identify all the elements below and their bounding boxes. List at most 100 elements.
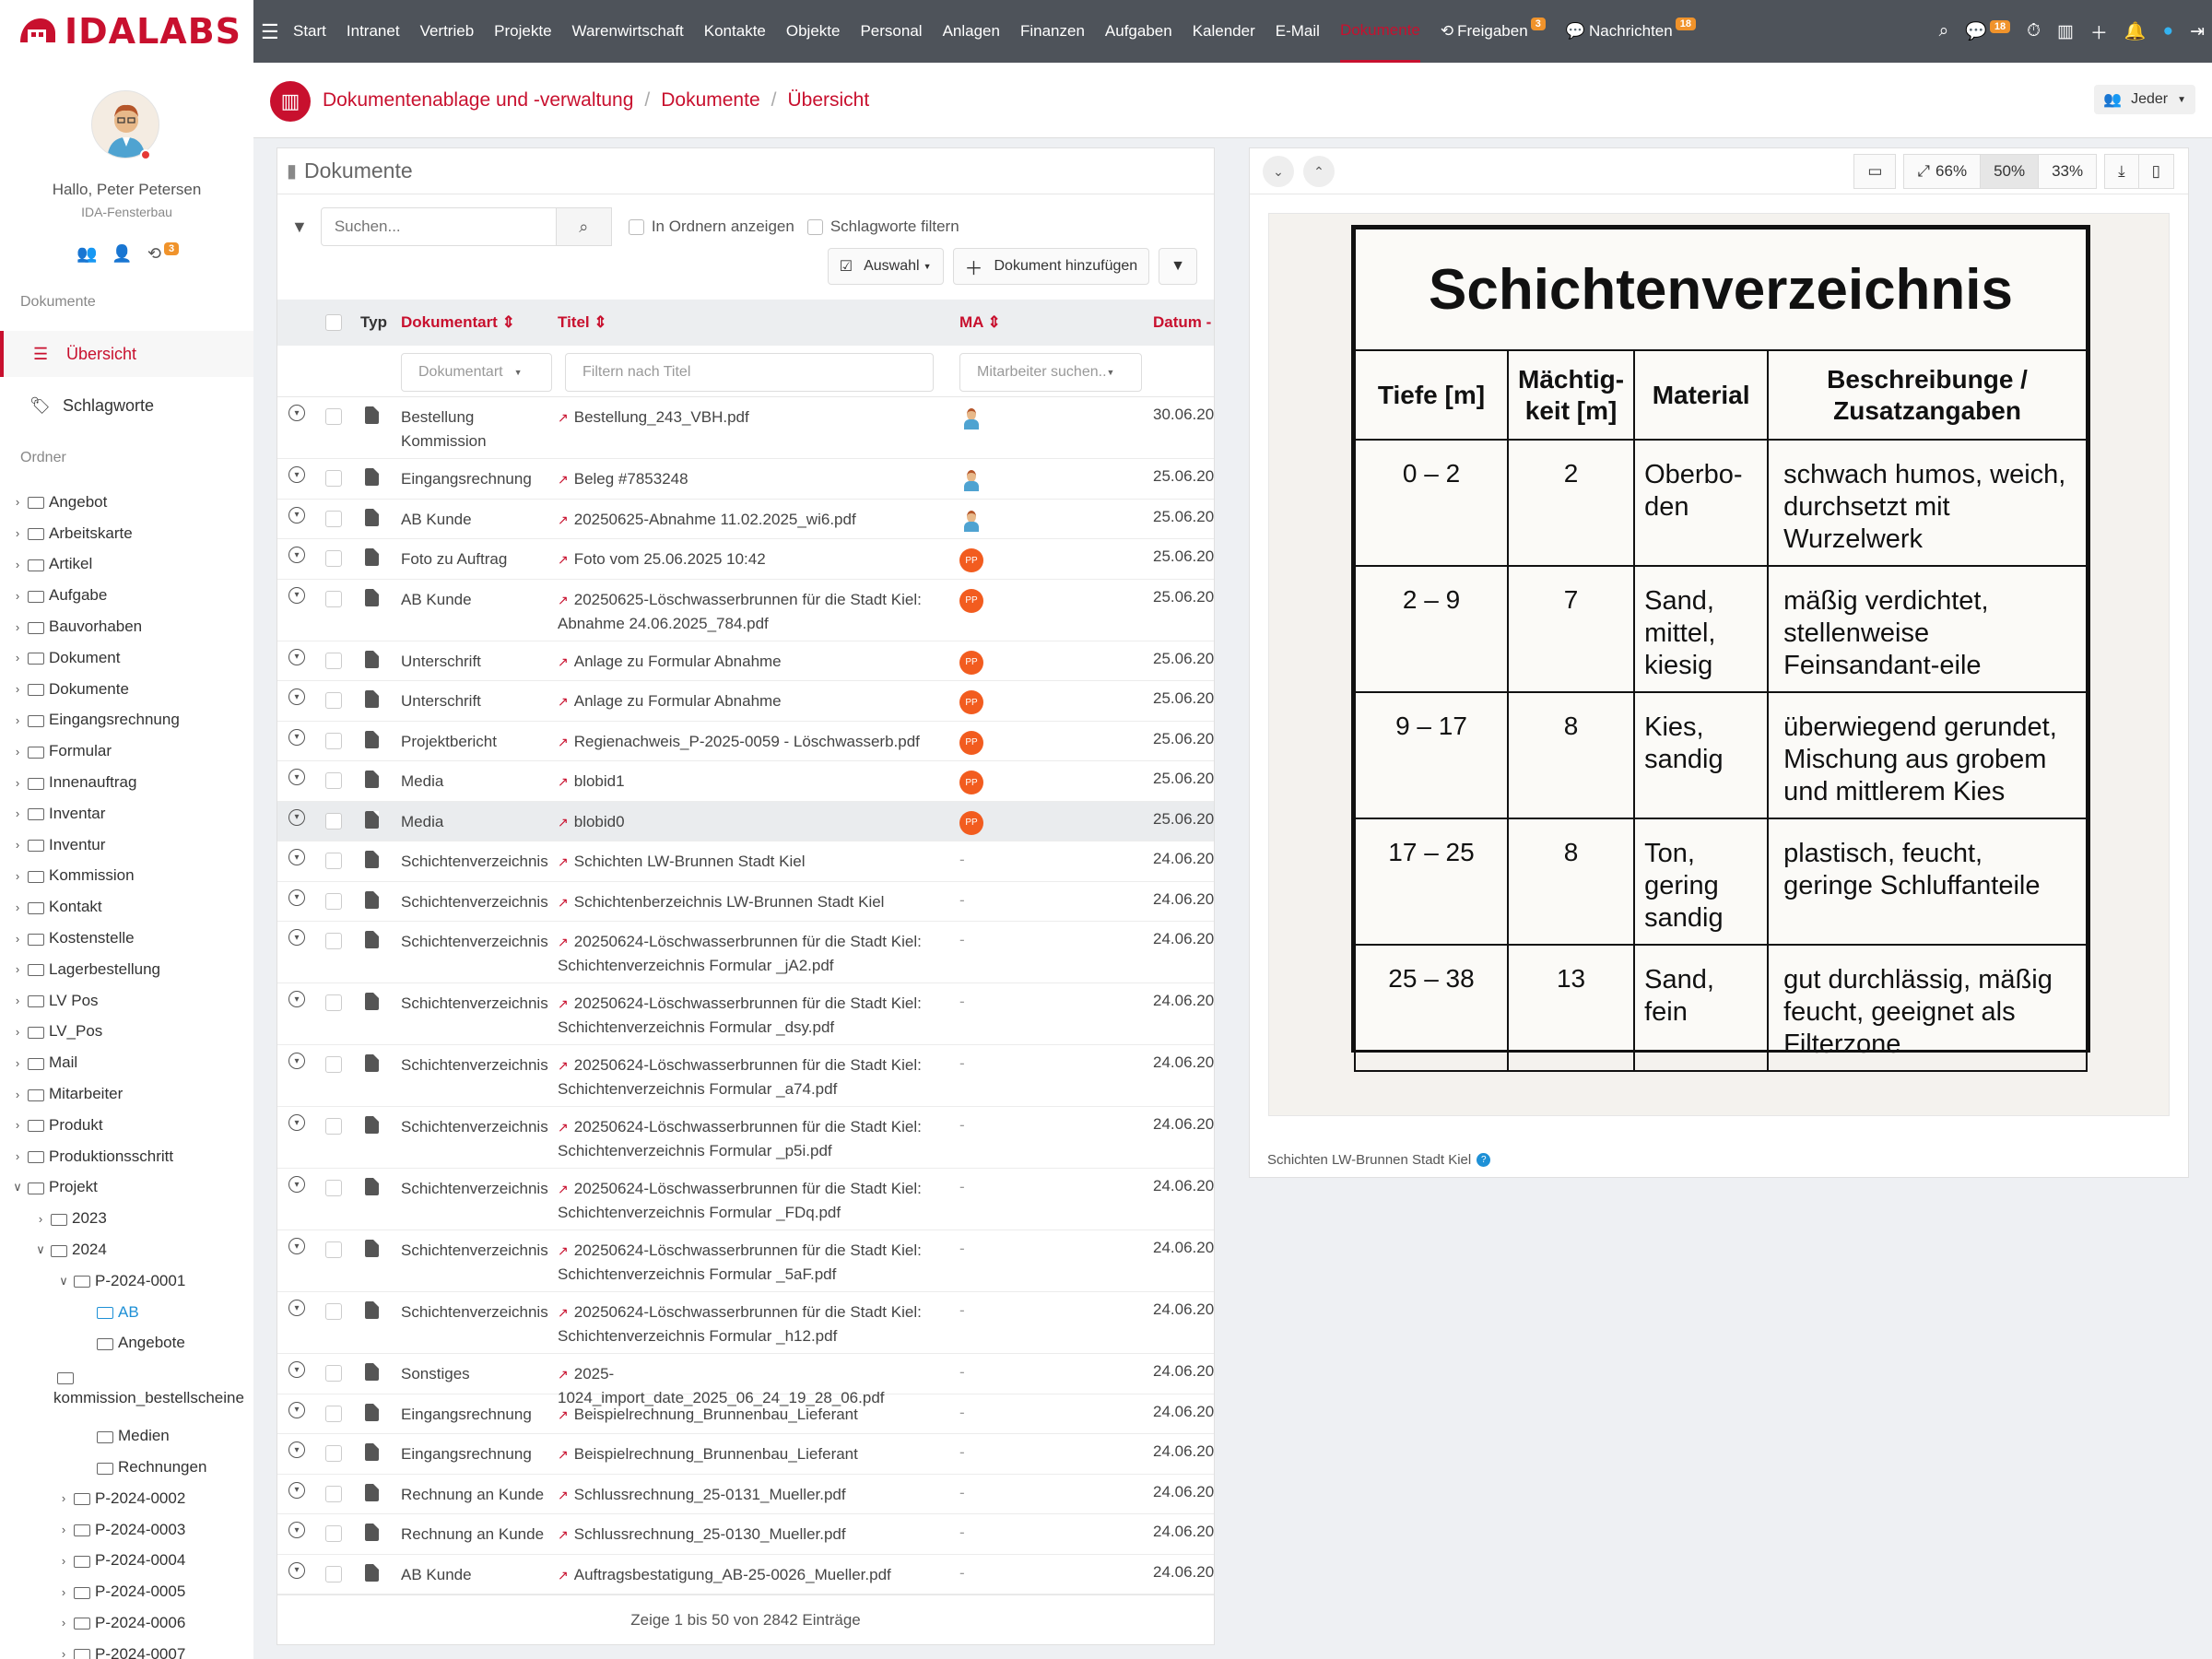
- table-row[interactable]: ▾ Rechnung an Kunde ↗ Schlussrechnung_25-01…: [277, 1475, 1214, 1514]
- row-title[interactable]: ↗ Beispielrechnung_Brunnenbau_Lieferant: [558, 1442, 935, 1466]
- folder-item[interactable]: ∨ P-2024-0001: [0, 1265, 253, 1297]
- row-checkbox[interactable]: [325, 1118, 342, 1135]
- chevron-right-icon[interactable]: ›: [9, 776, 26, 790]
- table-row[interactable]: ▾ Schichtenverzeichnis ↗ 20250624-Löschwass…: [277, 1169, 1214, 1230]
- folder-item[interactable]: › Arbeitskarte: [0, 518, 253, 549]
- folder-item[interactable]: › Bauvorhaben: [0, 611, 253, 642]
- breadcrumb-item[interactable]: Übersicht: [787, 89, 869, 112]
- folder-item[interactable]: › LV Pos: [0, 985, 253, 1017]
- open-file-button[interactable]: ▯: [2137, 154, 2174, 189]
- zoom-33-button[interactable]: 33%: [2038, 154, 2098, 189]
- folder-item[interactable]: › Eingangsrechnung: [0, 705, 253, 736]
- row-checkbox[interactable]: [325, 892, 342, 910]
- row-checkbox[interactable]: [325, 732, 342, 749]
- folder-item[interactable]: › Inventur: [0, 830, 253, 861]
- row-title[interactable]: ↗ 20250624-Löschwasserbrunnen für die Sta…: [558, 1177, 935, 1225]
- row-title[interactable]: ↗ 20250625-Abnahme 11.02.2025_wi6.pdf: [558, 508, 935, 532]
- table-row[interactable]: ▾ AB Kunde ↗ Auftragsbestatigung_AB-25-0026…: [277, 1555, 1214, 1594]
- sidebar-item-overview[interactable]: ☰ Übersicht: [0, 331, 253, 377]
- expand-row-icon[interactable]: ▾: [288, 586, 305, 604]
- row-checkbox[interactable]: [325, 1056, 342, 1073]
- menu-toggle-icon[interactable]: ☰: [261, 20, 279, 44]
- expand-row-icon[interactable]: ▾: [288, 1441, 305, 1458]
- table-row[interactable]: ▾ Rechnung an Kunde ↗ Schlussrechnung_25-01…: [277, 1514, 1214, 1555]
- table-row[interactable]: ▾ Schichtenverzeichnis ↗ 20250624-Löschwass…: [277, 1230, 1214, 1292]
- row-checkbox[interactable]: [325, 933, 342, 949]
- nav-item-kontakte[interactable]: Kontakte: [704, 0, 766, 63]
- folder-item[interactable]: › P-2024-0002: [0, 1483, 253, 1514]
- row-checkbox[interactable]: [325, 994, 342, 1011]
- table-row[interactable]: ▾ Media ↗ blobid0 PP 25.06.20: [277, 801, 1214, 841]
- folder-item[interactable]: AB: [0, 1297, 253, 1328]
- row-checkbox[interactable]: [325, 470, 342, 487]
- row-checkbox[interactable]: [325, 408, 342, 425]
- nav-item-start[interactable]: Start: [293, 0, 326, 63]
- device-view-button[interactable]: ▭: [1853, 154, 1897, 189]
- row-checkbox[interactable]: [325, 853, 342, 869]
- expand-row-icon[interactable]: ▾: [288, 929, 305, 946]
- table-row[interactable]: ▾ Schichtenverzeichnis ↗ 20250624-Löschwass…: [277, 1045, 1214, 1107]
- table-row[interactable]: ▾ Eingangsrechnung ↗ Beleg #7853248 25.06.20: [277, 459, 1214, 500]
- folder-item[interactable]: › Produkt: [0, 1110, 253, 1141]
- filter-tags-checkbox[interactable]: [806, 218, 823, 235]
- chevron-right-icon[interactable]: ›: [9, 1025, 26, 1039]
- row-title[interactable]: ↗ 20250624-Löschwasserbrunnen für die Sta…: [558, 1115, 935, 1163]
- chevron-right-icon[interactable]: ›: [9, 806, 26, 820]
- zoom-66-button[interactable]: ⤢ 66%: [1903, 154, 1982, 189]
- nav-item-intranet[interactable]: Intranet: [347, 0, 400, 63]
- user-avatar[interactable]: [91, 90, 159, 159]
- row-checkbox[interactable]: [325, 590, 342, 607]
- chevron-right-icon[interactable]: ›: [9, 682, 26, 696]
- expand-row-icon[interactable]: ▾: [288, 1561, 305, 1579]
- expand-row-icon[interactable]: ▾: [288, 1238, 305, 1254]
- table-row[interactable]: ▾ Sonstiges ↗ 2025-1024_import_date_2025_06…: [277, 1354, 1214, 1406]
- expand-row-icon[interactable]: ▾: [288, 1481, 305, 1499]
- folder-item[interactable]: ∨ Projekt: [0, 1172, 253, 1204]
- expand-row-icon[interactable]: ▾: [288, 769, 305, 785]
- folder-item[interactable]: › P-2024-0005: [0, 1576, 253, 1607]
- chevron-right-icon[interactable]: ›: [9, 994, 26, 1007]
- expand-row-icon[interactable]: ▾: [288, 506, 305, 524]
- table-row[interactable]: ▾ Unterschrift ↗ Anlage zu Formular Abnahme…: [277, 681, 1214, 722]
- status-dot-icon[interactable]: ●: [2163, 21, 2173, 41]
- chevron-right-icon[interactable]: ›: [9, 495, 26, 509]
- expand-row-icon[interactable]: ▾: [288, 688, 305, 705]
- folder-item[interactable]: › Kontakt: [0, 891, 253, 923]
- row-checkbox[interactable]: [325, 1303, 342, 1320]
- folder-item[interactable]: Angebote: [0, 1328, 253, 1359]
- nav-item-personal[interactable]: Personal: [860, 0, 922, 63]
- folder-item[interactable]: › LV_Pos: [0, 1017, 253, 1048]
- folder-item[interactable]: › P-2024-0003: [0, 1514, 253, 1546]
- expand-row-icon[interactable]: ▾: [288, 1522, 305, 1538]
- chevron-right-icon[interactable]: ›: [9, 932, 26, 946]
- row-title[interactable]: ↗ Schichten LW-Brunnen Stadt Kiel: [558, 850, 935, 874]
- row-checkbox[interactable]: [325, 1241, 342, 1258]
- bell-icon[interactable]: 🔔: [2124, 20, 2147, 42]
- select-all-checkbox[interactable]: [325, 314, 342, 331]
- show-in-folders-checkbox[interactable]: [628, 218, 644, 235]
- folder-item[interactable]: › Kommission: [0, 861, 253, 892]
- chevron-right-icon[interactable]: ›: [9, 745, 26, 759]
- expand-row-icon[interactable]: ▾: [288, 1300, 305, 1316]
- columns-icon[interactable]: ▥: [2057, 21, 2074, 42]
- expand-row-icon[interactable]: ▾: [288, 405, 305, 421]
- row-title[interactable]: ↗ blobid1: [558, 770, 935, 794]
- expand-row-icon[interactable]: ▾: [288, 547, 305, 563]
- row-checkbox[interactable]: [325, 1485, 342, 1502]
- table-row[interactable]: ▾ Schichtenverzeichnis ↗ Schichten LW-Brunn…: [277, 841, 1214, 882]
- row-checkbox[interactable]: [325, 1405, 342, 1422]
- chevron-right-icon[interactable]: ›: [9, 838, 26, 852]
- col-titel[interactable]: Titel ⇕: [558, 313, 607, 332]
- chevron-right-icon[interactable]: ›: [9, 526, 26, 540]
- table-row[interactable]: ▾ Bestellung Kommission ↗ Bestellung_243_VB…: [277, 397, 1214, 459]
- row-title[interactable]: ↗ Anlage zu Formular Abnahme: [558, 689, 935, 713]
- chevron-right-icon[interactable]: ›: [9, 1118, 26, 1132]
- col-datum[interactable]: Datum -: [1153, 313, 1211, 332]
- chevron-right-icon[interactable]: ›: [55, 1647, 72, 1659]
- expand-row-icon[interactable]: ▾: [288, 888, 305, 906]
- zoom-50-button[interactable]: 50%: [1980, 154, 2040, 189]
- chat-icon[interactable]: 💬 18: [1965, 20, 2011, 42]
- collapse-up-button[interactable]: ⌃: [1303, 156, 1335, 187]
- table-row[interactable]: ▾ Unterschrift ↗ Anlage zu Formular Abnahme…: [277, 641, 1214, 681]
- expand-row-icon[interactable]: ▾: [288, 1053, 305, 1069]
